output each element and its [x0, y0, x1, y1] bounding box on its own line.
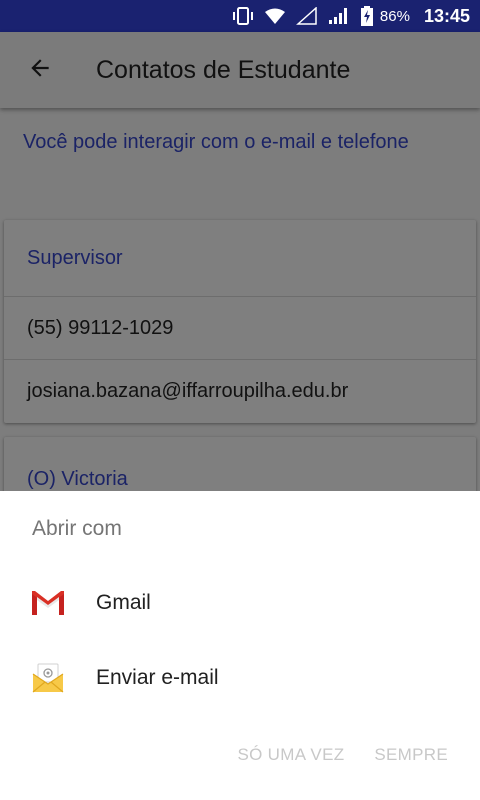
always-button[interactable]: SEMPRE: [374, 745, 448, 765]
app-bar: Contatos de Estudante: [0, 32, 480, 108]
chooser-option-email[interactable]: Enviar e-mail: [0, 643, 480, 713]
chooser-title: Abrir com: [32, 517, 122, 540]
status-bar: 86% 13:45: [0, 0, 480, 32]
email-envelope-icon: [31, 661, 65, 695]
cell-signal-icon: [328, 6, 350, 26]
wifi-icon: [264, 6, 286, 26]
chooser-option-label: Enviar e-mail: [96, 666, 219, 689]
page-title: Contatos de Estudante: [96, 55, 351, 84]
contact-card: Supervisor (55) 99112-1029 josiana.bazan…: [4, 220, 476, 423]
arrow-back-icon: [27, 55, 53, 86]
chooser-option-label: Gmail: [96, 591, 151, 614]
chooser-option-gmail[interactable]: Gmail: [0, 568, 480, 638]
battery-percent: 86%: [379, 7, 410, 25]
app-chooser-sheet: Abrir com Gmail Enviar e-mail SÓ UMA VEZ…: [0, 491, 480, 800]
contact-email[interactable]: josiana.bazana@iffarroupilha.edu.br: [4, 360, 476, 423]
contact-card-header: Supervisor: [4, 220, 476, 297]
back-button[interactable]: [22, 52, 58, 88]
contact-phone[interactable]: (55) 99112-1029: [4, 297, 476, 360]
battery-charging-icon: [360, 6, 374, 26]
gmail-icon: [31, 586, 65, 620]
vibrate-icon: [232, 6, 254, 26]
info-text: Você pode interagir com o e-mail e telef…: [23, 131, 409, 153]
chooser-actions: SÓ UMA VEZ SEMPRE: [237, 745, 448, 765]
status-time: 13:45: [423, 5, 470, 26]
just-once-button[interactable]: SÓ UMA VEZ: [237, 745, 344, 765]
no-signal-icon: [295, 6, 318, 26]
screen: 86% 13:45 Contatos de Estudante Você pod…: [0, 0, 480, 800]
